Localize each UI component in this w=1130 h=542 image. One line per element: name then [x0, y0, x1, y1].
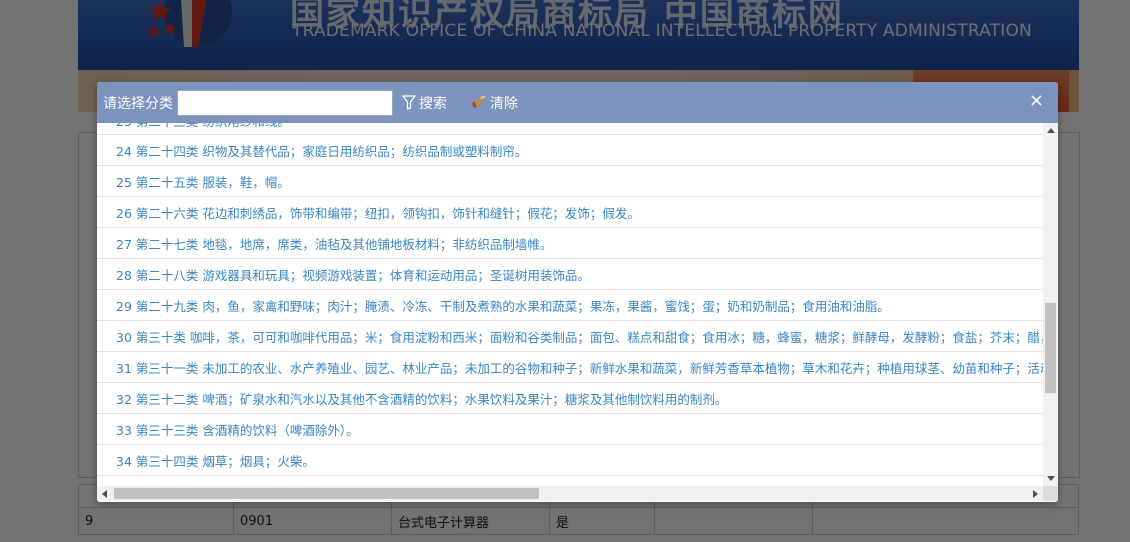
category-list-item[interactable]: 28 第二十八类 游戏器具和玩具；视频游戏装置；体育和运动用品；圣诞树用装饰品。 — [97, 259, 1043, 290]
table-row: 9 0901 台式电子计算器 是 — [78, 507, 1079, 535]
scroll-down-arrow-icon[interactable] — [1047, 476, 1055, 481]
scroll-right-arrow-icon[interactable] — [1033, 490, 1038, 498]
scrollbar-corner — [1043, 486, 1058, 501]
close-icon[interactable]: × — [1029, 91, 1044, 111]
logo-emblem — [147, 0, 232, 47]
category-list-item[interactable]: 30 第三十类 咖啡，茶，可可和咖啡代用品；米；食用淀粉和西米；面粉和谷类制品；… — [97, 321, 1043, 352]
search-button[interactable]: 搜索 — [402, 93, 447, 113]
category-list-item[interactable]: 31 第三十一类 未加工的农业、水产养殖业、园艺、林业产品；未加工的谷物和种子；… — [97, 352, 1043, 383]
clear-button[interactable]: 清除 — [471, 93, 518, 113]
category-list-item[interactable]: 27 第二十七类 地毯，地席，席类，油毡及其他铺地板材料；非纺织品制墙帷。 — [97, 228, 1043, 259]
banner-title-en: TRADEMARK OFFICE OF CHINA NATIONAL INTEL… — [292, 21, 1032, 41]
category-list-item[interactable]: 33 第三十三类 含酒精的饮料（啤酒除外）。 — [97, 414, 1043, 445]
category-search-input[interactable] — [177, 89, 393, 116]
category-list-item[interactable]: 29 第二十九类 肉，鱼，家禽和野味；肉汁；腌渍、冷冻、干制及煮熟的水果和蔬菜；… — [97, 290, 1043, 321]
horizontal-scroll-thumb[interactable] — [114, 488, 539, 499]
funnel-icon — [402, 95, 416, 110]
category-select-dialog: 请选择分类 搜索 清除 × 23 第二十三类 纺织用纱和线。24 第二十四类 织… — [97, 82, 1058, 502]
row-code: 0901 — [233, 507, 392, 535]
category-label: 请选择分类 — [103, 95, 173, 112]
vertical-scroll-thumb[interactable] — [1045, 303, 1056, 393]
dialog-toolbar: 请选择分类 搜索 清除 × — [97, 82, 1058, 123]
category-list-item[interactable]: 23 第二十三类 纺织用纱和线。 — [97, 123, 1043, 135]
horizontal-scrollbar[interactable] — [97, 486, 1043, 501]
category-list-item[interactable]: 32 第三十二类 啤酒；矿泉水和汽水以及其他不含酒精的饮料；水果饮料及果汁；糖浆… — [97, 383, 1043, 414]
clear-button-label: 清除 — [490, 95, 518, 112]
search-button-label: 搜索 — [419, 95, 447, 112]
row-name: 台式电子计算器 — [391, 507, 550, 535]
row-index: 9 — [78, 507, 234, 535]
scroll-left-arrow-icon[interactable] — [102, 490, 107, 498]
vertical-scrollbar[interactable] — [1043, 123, 1058, 486]
row-flag: 是 — [549, 507, 655, 535]
category-list-item[interactable]: 26 第二十六类 花边和刺绣品，饰带和编带；纽扣，领钩扣，饰针和缝针；假花；发饰… — [97, 197, 1043, 228]
broom-icon — [472, 95, 486, 108]
category-list: 23 第二十三类 纺织用纱和线。24 第二十四类 织物及其替代品；家庭日用纺织品… — [97, 123, 1043, 486]
site-banner: 国家知识产权局商标局 中国商标网 TRADEMARK OFFICE OF CHI… — [78, 0, 1079, 70]
category-list-item[interactable]: 25 第二十五类 服装，鞋，帽。 — [97, 166, 1043, 197]
category-list-item[interactable]: 24 第二十四类 织物及其替代品；家庭日用纺织品；纺织品制或塑料制帘。 — [97, 135, 1043, 166]
scroll-up-arrow-icon[interactable] — [1047, 128, 1055, 133]
category-list-inner: 23 第二十三类 纺织用纱和线。24 第二十四类 织物及其替代品；家庭日用纺织品… — [97, 123, 1043, 476]
category-list-item[interactable]: 34 第三十四类 烟草；烟具；火柴。 — [97, 445, 1043, 476]
